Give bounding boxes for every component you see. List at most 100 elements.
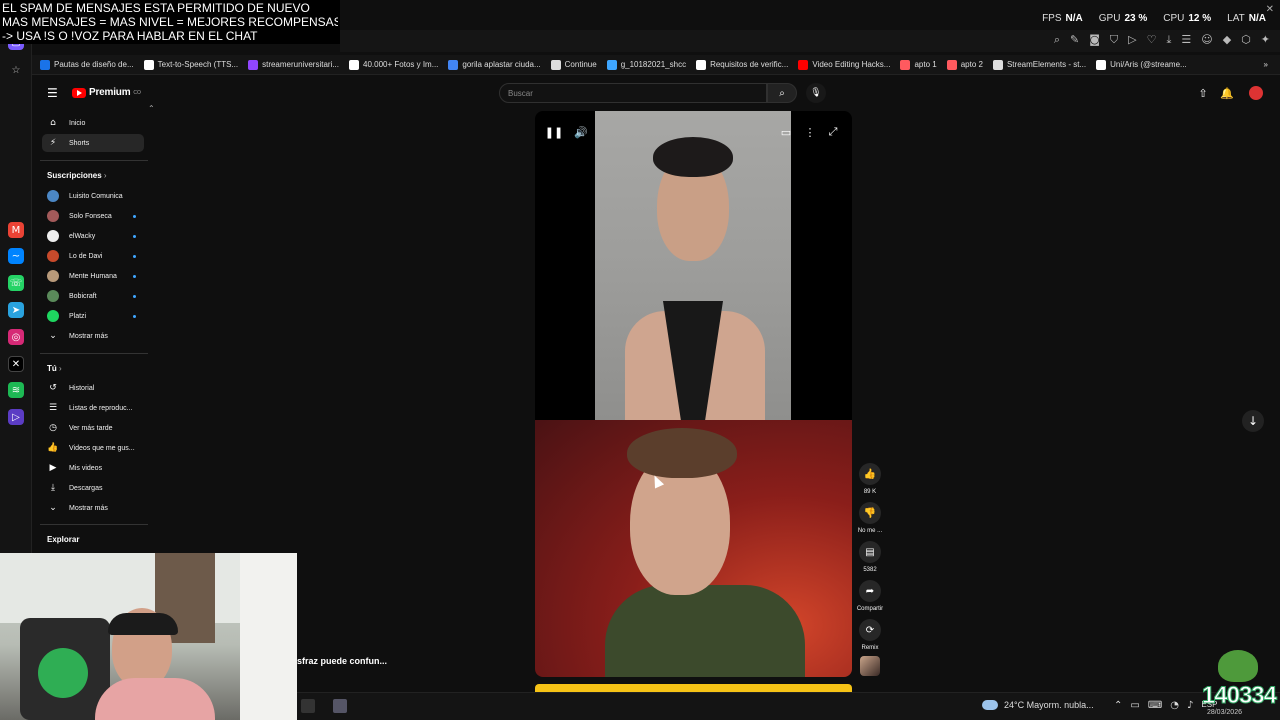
brand-country: CO bbox=[133, 89, 141, 96]
show-more-you[interactable]: ⌄ Mostrar más bbox=[42, 499, 144, 517]
bookmark-item[interactable]: gorila aplastar ciuda... bbox=[448, 59, 541, 70]
bookmark-item[interactable]: Video Editing Hacks... bbox=[798, 59, 890, 70]
sidebar-item-subscription[interactable]: Bobicraft bbox=[42, 287, 144, 305]
comments-button[interactable]: ▤ 5382 bbox=[858, 541, 882, 573]
next-video-preview[interactable] bbox=[535, 684, 852, 692]
sidebar-item-inicio[interactable]: ⌂ Inicio bbox=[42, 114, 144, 132]
sidebar-item-history[interactable]: ↺ Historial bbox=[42, 379, 144, 397]
wifi-icon[interactable]: ◔ bbox=[1170, 700, 1179, 711]
camera-icon[interactable]: ◙ bbox=[1089, 33, 1100, 47]
shield-icon[interactable]: ⛉ bbox=[1110, 33, 1118, 47]
edit-icon[interactable]: ✎ bbox=[1070, 33, 1079, 47]
sidebar-item-subscription[interactable]: Mente Humana bbox=[42, 267, 144, 285]
volume-icon[interactable]: 🔊 bbox=[574, 125, 588, 139]
upload-icon[interactable]: ⇧ bbox=[1196, 86, 1210, 100]
sidebar-item-subscription[interactable]: Lo de Davi bbox=[42, 247, 144, 265]
search-button[interactable]: ⌕ bbox=[767, 83, 797, 103]
hamburger-menu-icon[interactable]: ☰ bbox=[47, 87, 59, 99]
cube-icon[interactable]: ⬡ bbox=[1241, 33, 1251, 47]
sidebar-item-my-videos[interactable]: ▶ Mis videos bbox=[42, 459, 144, 477]
fullscreen-icon[interactable]: ⤢ bbox=[826, 125, 840, 139]
notification-bell-icon[interactable]: 🔔 bbox=[1220, 86, 1234, 100]
sidebar-item-subscription[interactable]: Platzi bbox=[42, 307, 144, 325]
account-icon[interactable]: ☺ bbox=[1201, 33, 1212, 47]
bookmark-item[interactable]: Requisitos de verific... bbox=[696, 59, 788, 70]
sidebar-item-watch-later[interactable]: ◷ Ver más tarde bbox=[42, 419, 144, 437]
pause-icon[interactable]: ❚❚ bbox=[545, 125, 563, 139]
captions-icon[interactable]: ▭ bbox=[779, 125, 793, 139]
voice-search-button[interactable]: 🎙 bbox=[806, 83, 826, 103]
speaker-icon[interactable]: ♪ bbox=[1187, 700, 1193, 711]
gmail-icon[interactable]: M bbox=[8, 222, 24, 238]
show-more-subscriptions[interactable]: ⌄ Mostrar más bbox=[42, 327, 144, 345]
youtube-logo[interactable]: Premium CO bbox=[72, 87, 141, 98]
cpu-stat: CPU 12 % bbox=[1163, 12, 1212, 24]
avatar[interactable] bbox=[1249, 86, 1263, 100]
shorts-video-player[interactable]: ❚❚ 🔊 ▭ ⋮ ⤢ bbox=[535, 111, 852, 677]
bookmark-item[interactable]: Uni/Aris (@streame... bbox=[1096, 59, 1187, 70]
sidebar-scroll-up-icon[interactable]: ⌃ bbox=[148, 104, 155, 113]
player-icon[interactable]: ▷ bbox=[8, 409, 24, 425]
ai-icon[interactable]: ✦ bbox=[1261, 33, 1270, 47]
sidebar-item-subscription[interactable]: elWacky bbox=[42, 227, 144, 245]
next-short-button[interactable]: ↓ bbox=[1242, 410, 1264, 432]
instagram-icon[interactable]: ◎ bbox=[8, 329, 24, 345]
extension-icon[interactable]: ◆ bbox=[1223, 33, 1231, 47]
bookmark-item[interactable]: StreamElements - st... bbox=[992, 59, 1086, 70]
dislike-button[interactable]: 👎 No me ... bbox=[858, 502, 882, 534]
network-icon[interactable]: ⌨ bbox=[1148, 700, 1162, 711]
video-caption: sfraz puede confun... bbox=[297, 656, 388, 666]
menu-icon[interactable]: ☰ bbox=[1181, 33, 1191, 47]
taskbar-app-icon[interactable] bbox=[301, 699, 315, 713]
sidebar-item-label: Mis videos bbox=[69, 464, 103, 472]
channel-thumbnail[interactable] bbox=[860, 656, 880, 676]
sidebar-item-playlist[interactable]: ☰ Listas de reproduc... bbox=[42, 399, 144, 417]
bookmark-favicon-icon bbox=[448, 59, 459, 70]
more-options-icon[interactable]: ⋮ bbox=[803, 125, 817, 139]
bookmark-item[interactable]: apto 2 bbox=[946, 59, 983, 70]
sidebar-item-label: Listas de reproduc... bbox=[69, 404, 133, 412]
person-body-bottom bbox=[605, 585, 805, 677]
bookmarks-overflow-icon[interactable]: » bbox=[1264, 60, 1268, 69]
like-button[interactable]: 👍 89 K bbox=[858, 463, 882, 495]
messenger-icon[interactable]: ~ bbox=[8, 248, 24, 264]
bookmark-item[interactable]: apto 1 bbox=[900, 59, 937, 70]
bookmark-item[interactable]: streameruniversitari... bbox=[248, 59, 339, 70]
bookmark-item[interactable]: Text-to-Speech (TTS... bbox=[143, 59, 238, 70]
play-icon[interactable]: ▷ bbox=[1128, 33, 1136, 47]
subscriptions-header[interactable]: Suscripciones › bbox=[47, 171, 107, 180]
chevron-down-icon: ⌄ bbox=[49, 331, 57, 341]
bookmark-item[interactable]: 40.000+ Fotos y Im... bbox=[349, 59, 438, 70]
monitor-icon[interactable]: ▭ bbox=[1130, 700, 1139, 711]
search-input[interactable]: Buscar bbox=[499, 83, 767, 103]
weather-widget[interactable]: 24°C Mayorm. nubla... bbox=[982, 700, 1094, 710]
thumbs-up-icon: 👍 bbox=[859, 463, 881, 485]
bookmark-item[interactable]: g_10182021_shcc bbox=[606, 59, 686, 70]
share-button[interactable]: ➦ Compartir bbox=[857, 580, 883, 612]
x-icon[interactable]: ✕ bbox=[8, 356, 24, 372]
search-icon[interactable]: ⌕ bbox=[1054, 33, 1060, 47]
shorts-icon: ⚡ bbox=[49, 138, 57, 148]
close-icon[interactable]: ✕ bbox=[1266, 4, 1274, 15]
heart-icon[interactable]: ♡ bbox=[1147, 33, 1157, 47]
sidebar-item-download[interactable]: ⤓ Descargas bbox=[42, 479, 144, 497]
spotify-icon[interactable]: ≋ bbox=[8, 382, 24, 398]
sidebar-item-subscription[interactable]: Solo Fonseca bbox=[42, 207, 144, 225]
whatsapp-icon[interactable]: ☏ bbox=[8, 275, 24, 291]
telegram-icon[interactable]: ➤ bbox=[8, 302, 24, 318]
taskbar-app-icon[interactable] bbox=[333, 699, 347, 713]
sidebar-item-subscription[interactable]: Luisito Comunica bbox=[42, 187, 144, 205]
chevron-up-icon[interactable]: ⌃ bbox=[1114, 700, 1122, 711]
remix-button[interactable]: ⟳ Remix bbox=[858, 619, 882, 651]
overlay-line-2: MAS MENSAJES = MAS NIVEL = MEJORES RECOM… bbox=[2, 15, 338, 29]
sidebar-item-shorts[interactable]: ⚡ Shorts bbox=[42, 134, 144, 152]
sidebar-item-liked[interactable]: 👍 Videos que me gus... bbox=[42, 439, 144, 457]
taskbar-date: 28/03/2026 bbox=[1206, 709, 1242, 716]
bookmark-item[interactable]: Continue bbox=[550, 59, 597, 70]
weather-label: 24°C Mayorm. nubla... bbox=[1004, 700, 1094, 710]
download-icon[interactable]: ⤓ bbox=[1166, 33, 1171, 47]
bookmark-item[interactable]: Pautas de diseño de... bbox=[40, 59, 134, 70]
bookmark-favicon-icon bbox=[606, 59, 617, 70]
star-icon[interactable]: ☆ bbox=[8, 62, 24, 78]
you-header[interactable]: Tú › bbox=[47, 364, 62, 373]
